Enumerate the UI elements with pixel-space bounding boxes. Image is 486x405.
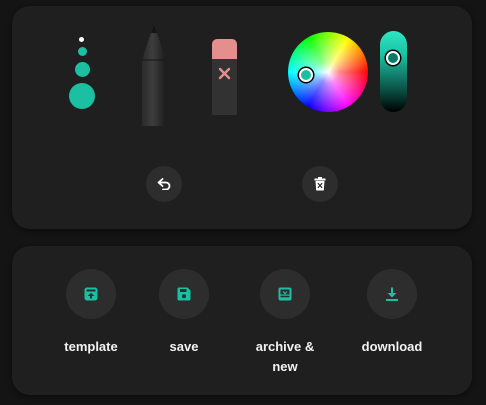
archive-and-new-label: archive & new [255,339,315,374]
pencil-icon[interactable] [140,24,168,126]
archive-and-new-button-circle [260,269,310,319]
archive-and-new-button[interactable]: archive & new [230,269,340,377]
brightness-slider[interactable] [380,31,407,112]
trash-icon [314,177,326,191]
clear-canvas-button[interactable] [302,166,338,202]
brush-size-extra-small[interactable] [79,37,84,42]
archive-icon [278,287,292,301]
download-label: download [361,339,423,354]
brush-size-large[interactable] [69,83,95,109]
save-button[interactable]: save [129,269,239,357]
brightness-slider-handle[interactable] [386,51,400,65]
template-icon [84,287,98,301]
save-label: save [169,339,199,354]
brush-size-small[interactable] [78,47,87,56]
download-button[interactable]: download [337,269,447,357]
color-wheel-handle[interactable] [299,68,313,82]
close-x-icon [217,66,232,81]
eraser-icon[interactable] [212,39,237,115]
save-icon [177,287,191,301]
brush-size-medium[interactable] [75,62,90,77]
download-button-circle [367,269,417,319]
download-icon [386,287,398,301]
drawing-tools-panel [12,6,472,229]
actions-panel: template save archive & new download [12,246,472,395]
undo-button[interactable] [146,166,182,202]
save-button-circle [159,269,209,319]
undo-icon [157,178,171,190]
eraser-tip [212,39,237,59]
color-wheel[interactable] [288,32,368,112]
template-button-circle [66,269,116,319]
